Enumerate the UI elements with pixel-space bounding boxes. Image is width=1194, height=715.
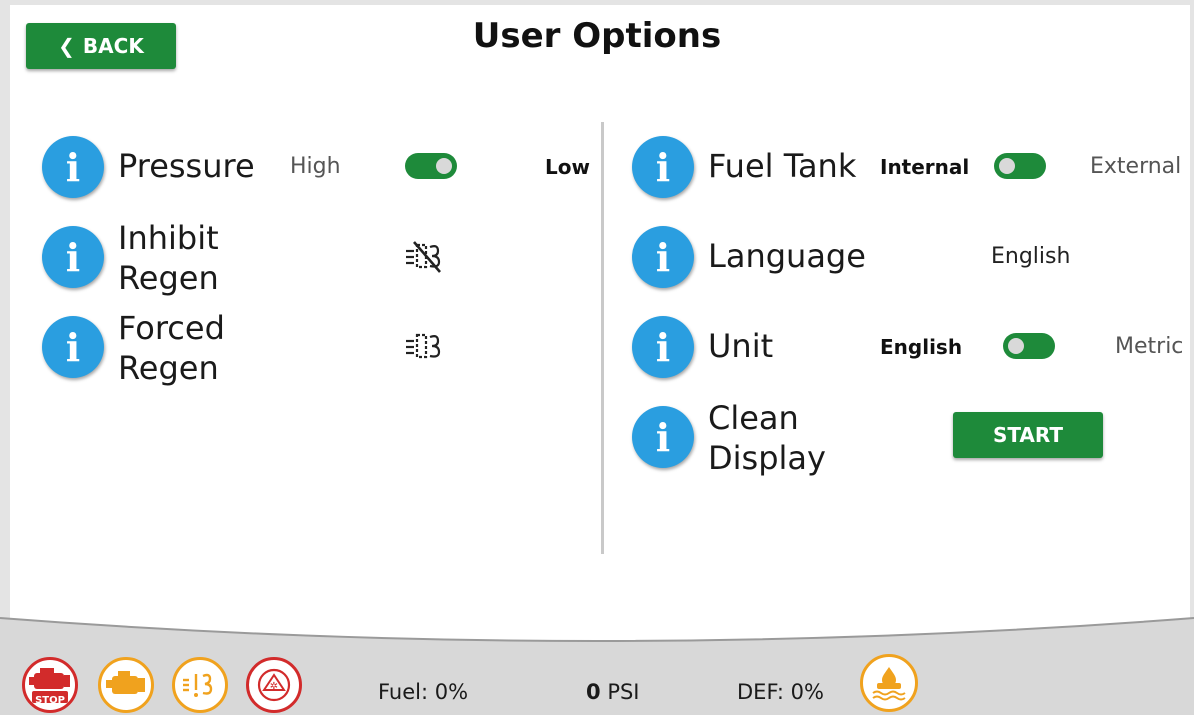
forced-regen-info-icon[interactable]: i xyxy=(42,316,104,378)
language-info-icon[interactable]: i xyxy=(632,226,694,288)
pressure-readout: 0 PSI xyxy=(586,680,640,704)
dpf-warning-icon xyxy=(172,657,228,713)
toggle-knob xyxy=(1008,338,1024,354)
inhibit-regen-label-line2: Regen xyxy=(118,259,219,297)
pressure-info-icon[interactable]: i xyxy=(42,136,104,198)
forced-regen-icon[interactable] xyxy=(400,326,456,366)
pressure-option-low: Low xyxy=(545,155,590,179)
inhibit-regen-icon[interactable] xyxy=(400,236,456,276)
unit-info-icon[interactable]: i xyxy=(632,316,694,378)
high-exhaust-temp-icon: ✲ xyxy=(246,657,302,713)
unit-option-metric: Metric xyxy=(1115,334,1184,359)
start-button[interactable]: START xyxy=(953,412,1103,458)
forced-regen-label-line1: Forced xyxy=(118,309,225,347)
column-divider xyxy=(601,122,604,554)
toggle-knob xyxy=(436,158,452,174)
fuel-tank-info-icon[interactable]: i xyxy=(632,136,694,198)
svg-text:✲: ✲ xyxy=(270,681,278,692)
unit-toggle[interactable] xyxy=(1003,333,1055,359)
clean-display-label-line2: Display xyxy=(708,439,826,477)
fuel-tank-toggle[interactable] xyxy=(994,153,1046,179)
water-in-fuel-icon xyxy=(860,654,918,712)
page-title: User Options xyxy=(472,16,722,56)
check-engine-icon xyxy=(98,657,154,713)
fuel-tank-option-external: External xyxy=(1090,154,1182,179)
def-level-text: DEF: 0% xyxy=(737,680,824,704)
pressure-toggle[interactable] xyxy=(405,153,457,179)
inhibit-regen-label-line1: Inhibit xyxy=(118,219,219,257)
stop-label: STOP xyxy=(35,695,65,706)
screen-border-right xyxy=(1190,0,1194,630)
fuel-tank-option-internal: Internal xyxy=(880,155,970,179)
pressure-option-high: High xyxy=(290,154,341,179)
unit-option-english: English xyxy=(880,335,963,359)
forced-regen-label-line2: Regen xyxy=(118,349,219,387)
language-value[interactable]: English xyxy=(991,244,1070,269)
screen-border-left xyxy=(0,0,10,630)
language-label: Language xyxy=(708,237,866,275)
unit-label: Unit xyxy=(708,327,774,365)
pressure-label: Pressure xyxy=(118,147,255,185)
toggle-knob xyxy=(999,158,1015,174)
screen-border-top xyxy=(0,0,1194,5)
fuel-tank-label: Fuel Tank xyxy=(708,147,857,185)
clean-display-info-icon[interactable]: i xyxy=(632,406,694,468)
fuel-level-text: Fuel: 0% xyxy=(378,680,469,704)
inhibit-regen-info-icon[interactable]: i xyxy=(42,226,104,288)
pressure-unit: PSI xyxy=(607,680,640,704)
pressure-value: 0 xyxy=(586,680,601,704)
clean-display-label-line1: Clean xyxy=(708,399,799,437)
